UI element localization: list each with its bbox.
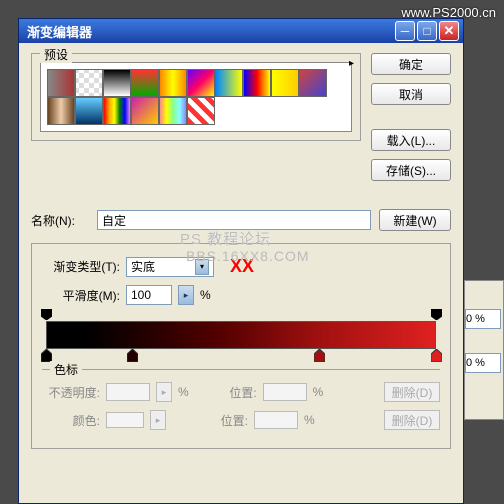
- opacity-input: [106, 383, 150, 401]
- preset-swatch-1[interactable]: [75, 69, 103, 97]
- color-stop[interactable]: [127, 349, 138, 362]
- preset-swatch-4[interactable]: [159, 69, 187, 97]
- name-input[interactable]: [97, 210, 371, 230]
- color-swatch: [106, 412, 144, 428]
- bg-spinner-2[interactable]: 0 %: [465, 353, 501, 373]
- presets-fieldset: 预设 ▸: [31, 53, 361, 141]
- color-stop[interactable]: [314, 349, 325, 362]
- load-button[interactable]: 载入(L)...: [371, 129, 451, 151]
- opacity-stop[interactable]: [431, 309, 442, 320]
- preset-swatch-12[interactable]: [103, 97, 131, 125]
- position-label-2: 位置:: [212, 412, 248, 429]
- preset-swatch-8[interactable]: [271, 69, 299, 97]
- presets-container: [40, 62, 352, 132]
- opacity-label: 不透明度:: [42, 384, 100, 401]
- gradient-type-label: 渐变类型(T):: [42, 258, 120, 275]
- delete-color-stop-button: 删除(D): [384, 410, 440, 430]
- presets-label: 预设: [40, 46, 72, 63]
- ok-button[interactable]: 确定: [371, 53, 451, 75]
- percent-label: %: [200, 288, 211, 302]
- color-stop[interactable]: [431, 349, 442, 362]
- titlebar-title: 渐变编辑器: [23, 22, 395, 41]
- presets-menu-arrow[interactable]: ▸: [349, 58, 354, 69]
- close-button[interactable]: ✕: [439, 21, 459, 41]
- name-label: 名称(N):: [31, 212, 89, 229]
- preset-swatch-7[interactable]: [243, 69, 271, 97]
- minimize-button[interactable]: ─: [395, 21, 415, 41]
- smoothness-input[interactable]: [126, 285, 172, 305]
- cancel-button[interactable]: 取消: [371, 83, 451, 105]
- watermark-url: www.PS2000.cn: [401, 5, 496, 20]
- preset-swatch-2[interactable]: [103, 69, 131, 97]
- preset-swatch-11[interactable]: [75, 97, 103, 125]
- preset-swatch-15[interactable]: [187, 97, 215, 125]
- gradient-bar[interactable]: [46, 321, 436, 349]
- delete-opacity-stop-button: 删除(D): [384, 382, 440, 402]
- preset-swatch-3[interactable]: [131, 69, 159, 97]
- opacity-stop[interactable]: [41, 309, 52, 320]
- opacity-pct: %: [178, 385, 189, 399]
- watermark-forum: PS 教程论坛: [180, 228, 271, 249]
- position-label-1: 位置:: [221, 384, 257, 401]
- smoothness-stepper[interactable]: ▸: [178, 285, 194, 305]
- new-button[interactable]: 新建(W): [379, 209, 451, 231]
- bg-spinner-1[interactable]: 0 %: [465, 309, 501, 329]
- colorstops-label: 色标: [50, 361, 82, 378]
- gradient-type-value: 实底: [131, 258, 155, 275]
- gradient-bar-container: [46, 321, 436, 349]
- maximize-button[interactable]: □: [417, 21, 437, 41]
- watermark-bbs: BBS.16XX8.COM: [186, 248, 310, 264]
- save-button[interactable]: 存储(S)...: [371, 159, 451, 181]
- preset-swatch-13[interactable]: [131, 97, 159, 125]
- titlebar[interactable]: 渐变编辑器 ─ □ ✕: [19, 19, 463, 43]
- background-panel: 0 % 0 %: [464, 280, 504, 420]
- preset-swatch-5[interactable]: [187, 69, 215, 97]
- color-label: 颜色:: [42, 412, 100, 429]
- preset-swatch-9[interactable]: [299, 69, 327, 97]
- preset-swatch-10[interactable]: [47, 97, 75, 125]
- color-position-input: [254, 411, 298, 429]
- opacity-position-input: [263, 383, 307, 401]
- opacity-stepper: ▸: [156, 382, 172, 402]
- preset-swatch-6[interactable]: [215, 69, 243, 97]
- color-picker-arrow: ▸: [150, 410, 166, 430]
- preset-swatch-14[interactable]: [159, 97, 187, 125]
- smoothness-label: 平滑度(M):: [42, 287, 120, 304]
- position-pct-1: %: [313, 385, 324, 399]
- gradient-fieldset: 渐变类型(T): 实底 ▾ XX 平滑度(M): ▸ % 色标: [31, 243, 451, 449]
- preset-swatch-0[interactable]: [47, 69, 75, 97]
- position-pct-2: %: [304, 413, 315, 427]
- colorstops-section: 色标: [42, 369, 440, 374]
